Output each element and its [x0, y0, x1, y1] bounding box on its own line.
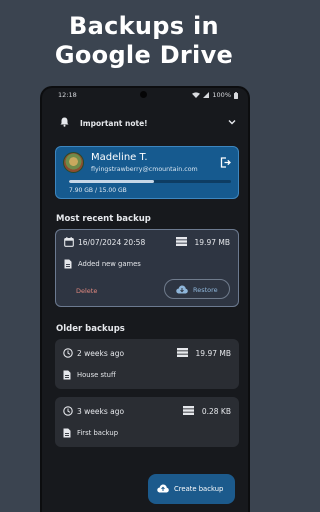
- document-icon: [63, 428, 71, 438]
- status-bar: 12:18 100%: [42, 88, 248, 102]
- recent-backup-date: 16/07/2024 20:58: [78, 238, 146, 247]
- recent-backup-size: 19.97 MB: [194, 238, 230, 247]
- account-name: Madeline T.: [91, 152, 148, 163]
- battery-percent: 100%: [212, 91, 231, 99]
- status-time: 12:18: [58, 91, 77, 99]
- camera-cutout: [140, 91, 147, 98]
- clock-icon: [63, 406, 73, 416]
- restore-button[interactable]: Restore: [164, 279, 230, 299]
- storage-icon: [176, 237, 187, 246]
- recent-backup-message-row: Added new games: [64, 259, 224, 271]
- battery-icon: [234, 91, 238, 99]
- storage-quota-bar: [69, 180, 231, 183]
- important-note-row[interactable]: Important note!: [42, 112, 248, 134]
- create-backup-button[interactable]: Create backup: [148, 474, 235, 504]
- document-icon: [64, 259, 72, 269]
- bell-icon: [60, 117, 69, 127]
- older-backup-header: 3 weeks ago 0.28 KB: [63, 406, 231, 418]
- storage-icon: [183, 406, 194, 415]
- account-card: Madeline T. flyingstrawberry@cmountain.c…: [55, 146, 239, 199]
- older-backup-message: First backup: [77, 429, 119, 437]
- storage-quota-fill: [69, 180, 155, 183]
- storage-quota-text: 7.90 GB / 15.00 GB: [69, 187, 127, 194]
- older-backup-size: 19.97 MB: [195, 349, 231, 358]
- note-label: Important note!: [80, 119, 148, 128]
- older-backup-card: 3 weeks ago 0.28 KB First backup: [55, 397, 239, 447]
- storage-icon: [177, 348, 188, 357]
- older-backup-header: 2 weeks ago 19.97 MB: [63, 348, 231, 360]
- older-backup-size: 0.28 KB: [201, 407, 231, 416]
- wifi-icon: [192, 92, 201, 98]
- headline-line-1: Backups in: [69, 12, 219, 40]
- phone-screen: 12:18 100% Important note! Madeline T. f…: [40, 86, 250, 512]
- chevron-down-icon[interactable]: [228, 119, 236, 125]
- logout-icon[interactable]: [220, 157, 231, 168]
- recent-backup-header: 16/07/2024 20:58 19.97 MB: [64, 237, 230, 249]
- recent-section-title: Most recent backup: [56, 214, 151, 224]
- signal-icon: [203, 92, 210, 98]
- older-backup-message-row: First backup: [63, 428, 223, 440]
- older-backup-message-row: House stuff: [63, 370, 223, 382]
- older-backup-message: House stuff: [77, 371, 116, 379]
- calendar-icon: [64, 237, 74, 247]
- promo-headline: Backups in Google Drive: [0, 12, 288, 70]
- older-backup-when: 3 weeks ago: [77, 407, 125, 416]
- account-email: flyingstrawberry@cmountain.com: [91, 166, 198, 173]
- cloud-download-icon: [176, 285, 188, 294]
- older-section-title: Older backups: [56, 324, 125, 334]
- restore-label: Restore: [193, 286, 218, 294]
- headline-line-2: Google Drive: [54, 41, 234, 69]
- recent-backup-card: 16/07/2024 20:58 19.97 MB Added new game…: [55, 229, 239, 307]
- older-backup-card: 2 weeks ago 19.97 MB House stuff: [55, 339, 239, 389]
- create-backup-label: Create backup: [174, 485, 224, 493]
- clock-icon: [63, 348, 73, 358]
- avatar: [63, 152, 84, 173]
- status-icons: 100%: [192, 91, 238, 99]
- older-backup-when: 2 weeks ago: [77, 349, 125, 358]
- recent-backup-message: Added new games: [78, 260, 141, 268]
- cloud-upload-icon: [157, 484, 169, 493]
- document-icon: [63, 370, 71, 380]
- delete-button[interactable]: Delete: [76, 287, 97, 295]
